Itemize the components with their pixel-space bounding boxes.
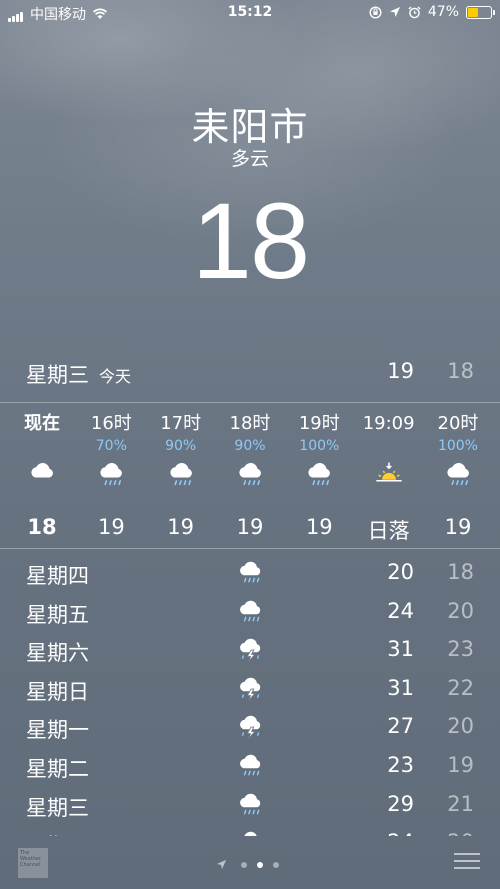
- hourly-temperature: 19: [236, 515, 264, 539]
- daily-high: 20: [387, 560, 414, 584]
- cloud-icon: [31, 462, 53, 478]
- precipitation-chance: [355, 437, 423, 455]
- daily-high: 24: [387, 598, 414, 623]
- hourly-temperature: 19: [167, 515, 195, 539]
- daily-low: 22: [447, 675, 474, 700]
- today-row: 星期三 今天 19 18: [0, 359, 500, 391]
- daily-day: 星期二: [26, 756, 89, 781]
- hourly-temperature: 18: [27, 515, 57, 539]
- rain-icon: [308, 462, 331, 486]
- daily-day: 星期一: [26, 718, 89, 743]
- divider: [0, 548, 500, 549]
- hourly-item: 17时 90% 19: [147, 405, 215, 545]
- daily-low: 21: [447, 791, 474, 816]
- daily-day: 星期日: [26, 679, 89, 704]
- battery-icon: [466, 5, 495, 19]
- current-temperature: 18: [191, 180, 310, 301]
- sunset-icon: [375, 462, 402, 482]
- page-dot[interactable]: [257, 861, 264, 868]
- hourly-time: 16时: [90, 413, 132, 434]
- daily-row: 星期四 20 18: [0, 556, 500, 595]
- thunderstorm-icon: [240, 638, 261, 663]
- daily-day: 星期六: [26, 641, 89, 666]
- thunderstorm-icon: [240, 677, 261, 701]
- page-indicator[interactable]: [0, 854, 500, 873]
- daily-high: 31: [387, 637, 414, 662]
- precipitation-chance: [8, 437, 76, 455]
- rain-icon: [240, 754, 261, 776]
- daily-forecast[interactable]: 星期四 20 18 星期五 24 20 星期六 31 23 星期日 31 22 星期一 27 20 星期二 23…: [0, 556, 500, 836]
- today-low: 18: [447, 359, 474, 383]
- hourly-item: 19时 100% 19: [285, 405, 353, 545]
- location-arrow-icon: [389, 7, 400, 17]
- daily-row: 星期二 23 19: [0, 749, 500, 788]
- precipitation-chance: 90%: [165, 438, 197, 454]
- daily-row: 星期日 31 22: [0, 672, 500, 711]
- hourly-time: 18时: [229, 413, 271, 434]
- rain-icon: [244, 831, 257, 836]
- city-name: 耒阳市: [191, 105, 309, 149]
- hourly-item: 20时 100% 19: [424, 405, 492, 545]
- daily-low: 18: [447, 560, 474, 584]
- hourly-time: 17时: [160, 413, 202, 434]
- page-dot[interactable]: [241, 861, 248, 868]
- rain-icon: [100, 462, 123, 486]
- precipitation-chance: 70%: [95, 438, 127, 454]
- precipitation-chance: 100%: [437, 438, 478, 454]
- rotation-lock-icon: [369, 5, 382, 19]
- today-label: 今天: [99, 367, 132, 386]
- hourly-forecast[interactable]: 现在 18 16时 70% 19 17时 90% 19 18时 90% 19 19时 100% 19 19:…: [8, 405, 492, 545]
- precipitation-chance: 90%: [234, 438, 266, 454]
- daily-row: 星期三 29 21: [0, 788, 500, 827]
- daily-high: 27: [387, 714, 414, 739]
- rain-icon: [447, 462, 469, 486]
- bottom-toolbar: The Weather Channel: [0, 836, 500, 889]
- hourly-temperature: 19: [305, 515, 333, 539]
- hourly-temperature: 19: [97, 515, 125, 539]
- daily-low: 20: [447, 714, 474, 739]
- rain-icon: [240, 793, 261, 815]
- hourly-temperature: 19: [444, 515, 472, 539]
- hourly-temperature: 日落: [367, 519, 410, 543]
- thunderstorm-icon: [240, 716, 261, 740]
- daily-day: 星期五: [26, 602, 89, 627]
- daily-day: 星期三: [26, 795, 89, 820]
- hourly-time: 现在: [24, 413, 60, 434]
- rain-icon: [239, 462, 261, 486]
- battery-percent: 47%: [427, 4, 459, 20]
- location-arrow-icon: [216, 859, 227, 870]
- daily-high: 31: [387, 675, 414, 700]
- page-dot[interactable]: [273, 861, 280, 868]
- daily-high: 23: [387, 752, 414, 777]
- hourly-time: 19:09: [362, 413, 415, 434]
- today-high: 19: [387, 359, 414, 383]
- alarm-icon: [408, 6, 421, 18]
- today-day: 星期三: [26, 363, 89, 387]
- daily-row: 星期五 24 20: [0, 595, 500, 634]
- weather-condition: 多云: [230, 148, 269, 170]
- daily-low: 20: [447, 598, 474, 623]
- daily-row: 星期六 31 23: [0, 633, 500, 672]
- daily-row: 星期一 27 20: [0, 710, 500, 749]
- daily-low: 19: [447, 752, 474, 777]
- hourly-item: 19:09 日落: [355, 405, 423, 545]
- daily-row: 星期四2420: [0, 826, 500, 836]
- daily-day: 星期四: [26, 564, 89, 588]
- hourly-item: 16时 70% 19: [77, 405, 145, 545]
- hourly-time: 19时: [298, 413, 340, 434]
- rain-icon: [240, 561, 261, 583]
- status-bar: 中国移动 15:12 47%: [0, 0, 500, 26]
- precipitation-chance: 100%: [299, 438, 340, 454]
- hourly-item: 18时 90% 19: [216, 405, 284, 545]
- hourly-time: 20时: [437, 413, 479, 434]
- divider: [0, 402, 500, 403]
- hourly-item: 现在 18: [8, 405, 76, 545]
- rain-icon: [170, 462, 192, 486]
- city-list-button[interactable]: [454, 853, 480, 874]
- daily-high: 29: [387, 791, 414, 816]
- rain-icon: [240, 600, 261, 622]
- daily-low: 23: [447, 637, 474, 662]
